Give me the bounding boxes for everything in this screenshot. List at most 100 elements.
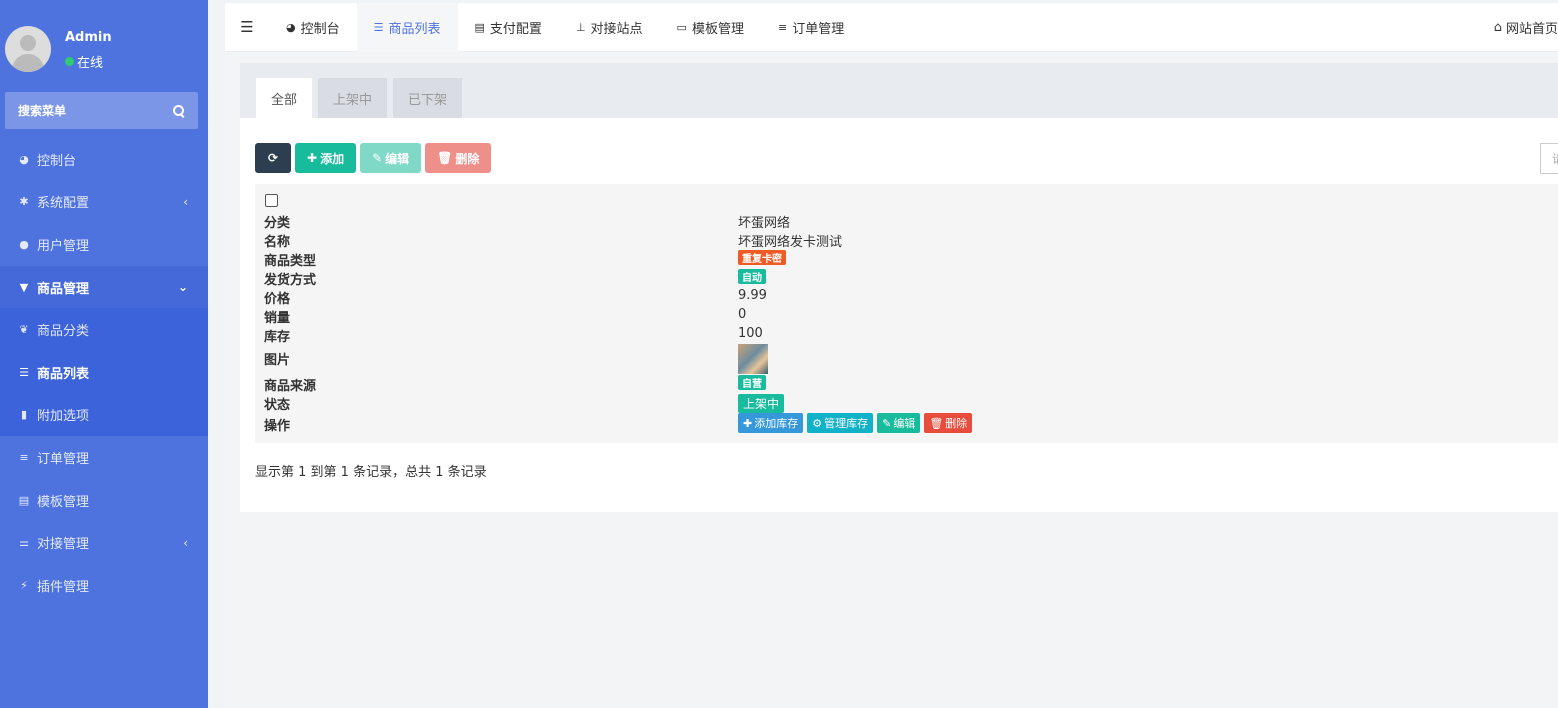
- select-checkbox[interactable]: [265, 194, 278, 207]
- sidebar-item-templates[interactable]: ▤ 模板管理: [0, 479, 208, 522]
- sliders-icon: ⚌: [19, 536, 29, 550]
- manage-stock-button[interactable]: ⚙ 管理库存: [807, 413, 874, 433]
- tab-docking-sites[interactable]: ⊥ 对接站点: [559, 3, 660, 52]
- product-sales: 0: [738, 307, 747, 322]
- refresh-button[interactable]: ⟳: [255, 143, 291, 173]
- table-search-input[interactable]: 请: [1540, 143, 1558, 174]
- source-badge: 自营: [738, 375, 766, 390]
- tab-off-sale[interactable]: 已下架: [393, 78, 462, 118]
- window-icon: ▭: [676, 20, 687, 34]
- add-button[interactable]: ✚ 添加: [295, 143, 357, 173]
- sidebar-item-product-category[interactable]: ❦ 商品分类: [0, 308, 208, 351]
- search-icon[interactable]: [173, 104, 185, 117]
- delete-button[interactable]: 🗑 删除: [425, 143, 492, 173]
- product-thumbnail[interactable]: [738, 344, 768, 374]
- trash-icon: 🗑: [437, 151, 453, 165]
- avatar: [5, 26, 51, 72]
- tab-all[interactable]: 全部: [256, 78, 312, 118]
- sidebar-item-label: 订单管理: [37, 451, 90, 467]
- row-delete-button[interactable]: 🗑 删除: [924, 413, 973, 433]
- field-label: 图片: [264, 353, 291, 368]
- pencil-icon: ✎: [372, 151, 383, 165]
- chevron-left-icon: ‹: [183, 535, 188, 550]
- refresh-icon: ⟳: [267, 151, 279, 165]
- online-dot-icon: [65, 57, 74, 66]
- add-stock-button[interactable]: ✚ 添加库存: [738, 413, 804, 433]
- user-panel: Admin 在线: [0, 0, 208, 80]
- tab-dashboard[interactable]: ◕ 控制台: [269, 3, 357, 52]
- product-type-cell: 重复卡密: [738, 250, 786, 265]
- sidebar-item-orders[interactable]: ≡ 订单管理: [0, 436, 208, 479]
- sidebar-item-label: 控制台: [37, 153, 77, 169]
- sidebar-item-product-list[interactable]: ☰ 商品列表: [0, 350, 208, 394]
- sidebar-item-plugins[interactable]: ⚡ 插件管理: [0, 564, 208, 607]
- product-image-cell: [738, 344, 768, 374]
- edit-button-label: 编辑: [385, 151, 410, 166]
- field-label: 操作: [264, 419, 291, 434]
- sidebar-item-label: 商品分类: [37, 324, 90, 340]
- table-row: 商品来源 自营: [255, 373, 1558, 394]
- plus-icon: ✚: [743, 416, 753, 430]
- sidebar-item-dashboard[interactable]: ◕ 控制台: [0, 138, 208, 181]
- user-status-label: 在线: [77, 56, 104, 71]
- bars-icon: ≡: [19, 450, 29, 464]
- bars-icon: ≡: [777, 20, 788, 34]
- tab-payment-config[interactable]: ▤ 支付配置: [458, 3, 559, 52]
- product-price: 9.99: [738, 288, 767, 303]
- home-link-label: 网站首页: [1505, 22, 1558, 37]
- table-row: 发货方式 自动: [255, 267, 1558, 288]
- table-row: 商品类型 重复卡密: [255, 248, 1558, 269]
- sidebar-search-input[interactable]: 搜索菜单: [5, 92, 198, 129]
- sitemap-icon: ⊥: [575, 20, 586, 34]
- sidebar-item-label: 用户管理: [37, 238, 90, 254]
- sidebar-item-users[interactable]: ● 用户管理: [0, 223, 208, 266]
- sidebar-item-system-config[interactable]: ✱ 系统配置 ‹: [0, 181, 208, 224]
- edit-button[interactable]: ✎ 编辑: [360, 143, 422, 173]
- leaf-icon: ❦: [19, 323, 29, 337]
- table-row: 销量 0: [255, 305, 1558, 326]
- product-stock: 100: [738, 326, 763, 341]
- status-toggle[interactable]: 上架中: [738, 394, 785, 413]
- tab-on-sale[interactable]: 上架中: [318, 78, 387, 118]
- menu-toggle-icon[interactable]: ☰: [225, 3, 269, 52]
- user-name: Admin: [65, 30, 112, 45]
- sidebar-item-label: 插件管理: [37, 579, 90, 595]
- sidebar-item-label: 系统配置: [37, 196, 90, 212]
- row-edit-label: 编辑: [893, 417, 916, 430]
- table-row: 价格 9.99: [255, 286, 1558, 307]
- product-card-view: 分类 坏蛋网络 名称 坏蛋网络发卡测试 商品类型 重复卡密 发货方式 自动 价格…: [255, 184, 1558, 443]
- status-tabs: 全部 上架中 已下架: [240, 63, 1558, 118]
- table-row: 操作 ✚ 添加库存 ⚙ 管理库存 ✎ 编辑 🗑 删除: [255, 413, 1558, 435]
- toolbar: ⟳ ✚ 添加 ✎ 编辑 🗑 删除: [255, 143, 492, 173]
- sidebar-item-label: 商品管理: [37, 281, 90, 297]
- sidebar-item-label: 附加选项: [37, 409, 90, 425]
- sidebar-item-products[interactable]: ▼ 商品管理 ⌄: [0, 265, 208, 309]
- dashboard-icon: ◕: [286, 20, 296, 34]
- actions-cell: ✚ 添加库存 ⚙ 管理库存 ✎ 编辑 🗑 删除: [738, 413, 973, 433]
- pagination-info: 显示第 1 到第 1 条记录，总共 1 条记录: [255, 465, 487, 480]
- tab-orders[interactable]: ≡ 订单管理: [761, 3, 861, 52]
- sidebar-item-label: 商品列表: [37, 366, 90, 382]
- tab-label: 模板管理: [691, 21, 744, 37]
- delivery-cell: 自动: [738, 269, 766, 284]
- table-row: 状态 上架中: [255, 392, 1558, 413]
- chevron-down-icon: ⌄: [177, 280, 188, 295]
- sidebar-item-extra-options[interactable]: ▮ 附加选项: [0, 393, 208, 437]
- tab-label: 控制台: [300, 21, 340, 37]
- row-delete-label: 删除: [945, 417, 968, 430]
- home-icon: ⌂: [1493, 20, 1502, 35]
- product-panel: 全部 上架中 已下架 ⟳ ✚ 添加 ✎ 编辑 🗑 删除 请 分类 坏蛋网络 名称…: [240, 63, 1558, 512]
- table-row: 图片: [255, 344, 1558, 376]
- row-edit-button[interactable]: ✎ 编辑: [877, 413, 921, 433]
- tab-templates[interactable]: ▭ 模板管理: [660, 3, 761, 52]
- sidebar-item-docking[interactable]: ⚌ 对接管理 ‹: [0, 521, 208, 564]
- table-row: 名称 坏蛋网络发卡测试: [255, 229, 1558, 250]
- product-type-badge: 重复卡密: [738, 250, 786, 265]
- cart-icon: ▼: [19, 280, 29, 294]
- home-link[interactable]: ⌂ 网站首页: [1494, 3, 1558, 52]
- sidebar-menu: ◕ 控制台 ✱ 系统配置 ‹ ● 用户管理 ▼ 商品管理 ⌄ ❦ 商品分类 ☰ …: [0, 138, 208, 607]
- dashboard-icon: ◕: [19, 152, 29, 166]
- gears-icon: ⚙: [812, 416, 823, 430]
- tab-product-list[interactable]: ☰ 商品列表: [356, 2, 458, 52]
- user-icon: ●: [19, 237, 29, 251]
